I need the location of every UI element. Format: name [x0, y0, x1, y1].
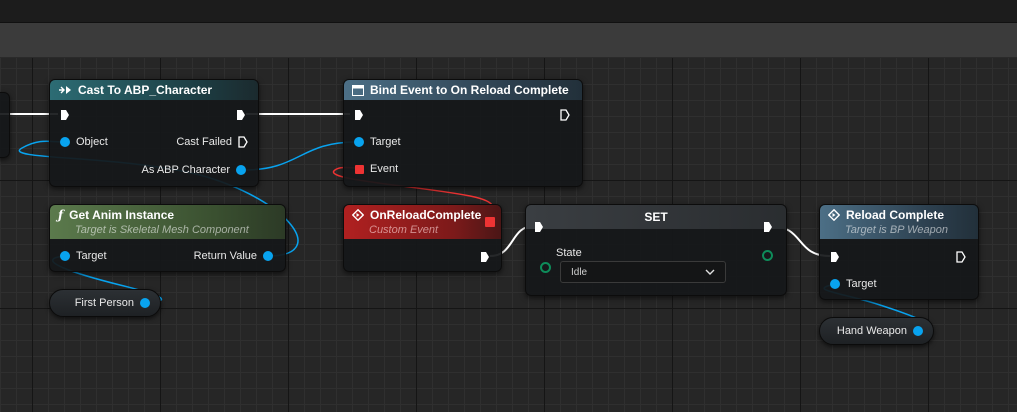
- object-pin-icon[interactable]: [236, 165, 246, 175]
- reload-node-subtitle: Target is BP Weapon: [845, 224, 948, 236]
- set-state-label-row: State: [556, 247, 582, 259]
- function-icon: ƒ: [58, 208, 64, 222]
- cast-as-pin[interactable]: As ABP Character: [142, 164, 246, 176]
- cast-node[interactable]: Cast To ABP_Character Object Cast Failed…: [49, 79, 259, 187]
- set-state-out-pin[interactable]: [762, 250, 773, 261]
- bind-exec-in[interactable]: [354, 109, 364, 121]
- cast-exec-in[interactable]: [60, 109, 70, 121]
- exec-pin-hollow-icon[interactable]: [560, 109, 570, 121]
- object-pin-icon[interactable]: [60, 251, 70, 261]
- reload-exec-in[interactable]: [830, 251, 840, 263]
- set-exec-out[interactable]: [763, 221, 773, 233]
- event-exec-out[interactable]: [480, 251, 490, 263]
- cast-failed-label: Cast Failed: [176, 136, 232, 148]
- cast-exec-out[interactable]: [236, 109, 246, 121]
- bind-target-label: Target: [370, 136, 401, 148]
- anim-return-label: Return Value: [193, 250, 257, 262]
- delegate-output-icon[interactable]: [485, 217, 495, 227]
- cast-icon: [58, 85, 72, 95]
- wire-as-abp-target: [243, 141, 357, 171]
- state-dropdown-value: Idle: [571, 266, 588, 278]
- byte-pin-icon[interactable]: [540, 262, 551, 273]
- exec-pin-hollow-icon[interactable]: [956, 251, 966, 263]
- set-state-in-pin[interactable]: [540, 262, 551, 273]
- cast-failed-pin[interactable]: Cast Failed: [176, 136, 248, 148]
- first-person-variable[interactable]: First Person: [49, 289, 161, 317]
- cast-as-label: As ABP Character: [141, 164, 230, 176]
- object-pin-icon[interactable]: [263, 251, 273, 261]
- reload-target-label: Target: [846, 278, 877, 290]
- on-reload-complete-event-node[interactable]: OnReloadComplete Custom Event: [343, 204, 502, 272]
- hand-weapon-variable[interactable]: Hand Weapon: [819, 317, 934, 345]
- exec-pin-icon[interactable]: [830, 251, 840, 263]
- exec-pin-hollow-icon[interactable]: [238, 136, 248, 148]
- chevron-down-icon: [705, 269, 715, 275]
- hand-weapon-label: Hand Weapon: [836, 325, 907, 337]
- object-pin-icon[interactable]: [60, 137, 70, 147]
- anim-node-subtitle: Target is Skeletal Mesh Component: [75, 224, 249, 236]
- reload-function-icon: [828, 209, 840, 221]
- cast-object-label: Object: [76, 136, 108, 148]
- bind-event-label: Event: [370, 163, 399, 175]
- exec-pin-icon[interactable]: [236, 109, 246, 121]
- event-node-subtitle: Custom Event: [369, 224, 439, 236]
- object-pin-icon[interactable]: [354, 137, 364, 147]
- bind-event-title: Bind Event to On Reload Complete: [370, 83, 569, 97]
- get-anim-instance-node[interactable]: ƒ Get Anim Instance Target is Skeletal M…: [49, 204, 286, 272]
- custom-event-icon: [352, 209, 364, 221]
- reload-complete-node[interactable]: Reload Complete Target is BP Weapon Targ…: [819, 204, 979, 300]
- offscreen-node[interactable]: [0, 92, 10, 158]
- exec-pin-icon[interactable]: [763, 221, 773, 233]
- set-node[interactable]: SET State Idle: [525, 204, 787, 296]
- bind-target-pin[interactable]: Target: [354, 136, 401, 148]
- set-exec-in[interactable]: [534, 221, 544, 233]
- object-pin-icon[interactable]: [913, 326, 923, 336]
- reload-target-pin[interactable]: Target: [830, 278, 877, 290]
- bind-exec-out[interactable]: [560, 109, 570, 121]
- event-node-title: OnReloadComplete: [370, 208, 482, 222]
- state-dropdown[interactable]: Idle: [560, 261, 726, 283]
- exec-pin-icon[interactable]: [60, 109, 70, 121]
- anim-node-title: Get Anim Instance: [69, 208, 175, 222]
- anim-target-label: Target: [76, 250, 107, 262]
- set-node-title: SET: [644, 210, 668, 224]
- byte-pin-icon[interactable]: [762, 250, 773, 261]
- cast-object-pin[interactable]: Object: [60, 136, 108, 148]
- cast-node-title: Cast To ABP_Character: [78, 83, 213, 97]
- bind-event-pin[interactable]: Event: [355, 163, 398, 175]
- anim-return-pin[interactable]: Return Value: [194, 250, 273, 262]
- bind-event-icon: [352, 84, 364, 96]
- object-pin-icon[interactable]: [830, 279, 840, 289]
- reload-node-title: Reload Complete: [846, 208, 945, 222]
- delegate-pin-icon[interactable]: [355, 164, 364, 174]
- first-person-label: First Person: [74, 297, 134, 309]
- object-pin-icon[interactable]: [140, 298, 150, 308]
- reload-exec-out[interactable]: [956, 251, 966, 263]
- exec-pin-icon[interactable]: [534, 221, 544, 233]
- exec-pin-icon[interactable]: [480, 251, 490, 263]
- set-state-label: State: [556, 247, 582, 259]
- anim-target-pin[interactable]: Target: [60, 250, 107, 262]
- bind-event-node[interactable]: Bind Event to On Reload Complete Target …: [343, 79, 583, 187]
- exec-pin-icon[interactable]: [354, 109, 364, 121]
